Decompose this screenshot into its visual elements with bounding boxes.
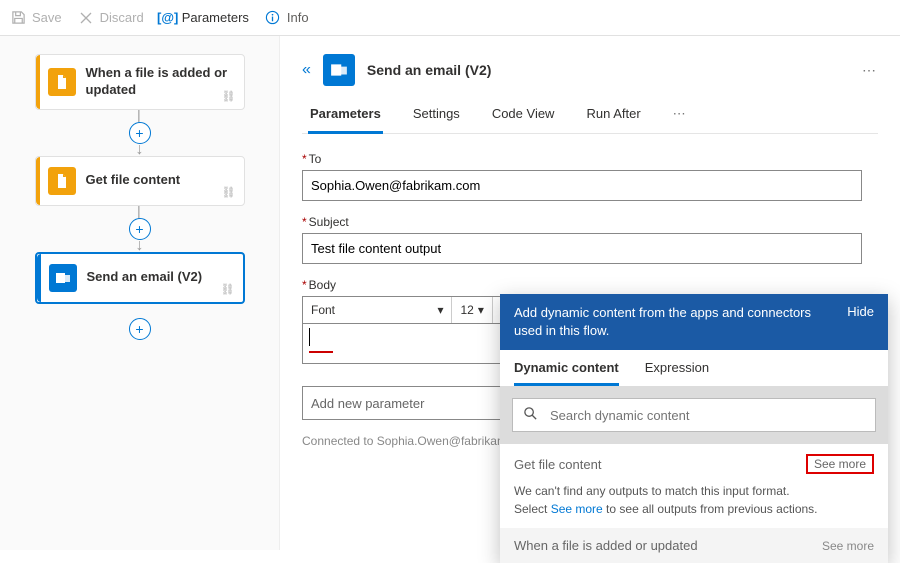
link-icon: ⛓ <box>222 186 236 199</box>
chevron-down-icon: ▾ <box>478 303 484 317</box>
designer-canvas[interactable]: When a file is added or updated ⛓ │+↓ Ge… <box>0 36 280 550</box>
tab-code-view[interactable]: Code View <box>490 100 557 133</box>
body-editor[interactable] <box>302 324 520 364</box>
tab-run-after[interactable]: Run After <box>584 100 642 133</box>
dynamic-content-popover: Add dynamic content from the apps and co… <box>500 294 888 563</box>
see-more-link[interactable]: See more <box>551 502 603 516</box>
subject-label: Subject <box>309 215 349 229</box>
collapse-icon[interactable]: » <box>302 61 311 79</box>
to-input[interactable] <box>302 170 862 201</box>
tab-dynamic-content[interactable]: Dynamic content <box>514 360 619 386</box>
save-button[interactable]: Save <box>10 10 62 26</box>
node-get-title: Get file content <box>86 172 181 189</box>
tab-settings[interactable]: Settings <box>411 100 462 133</box>
node-trigger-title: When a file is added or updated <box>86 65 232 99</box>
tab-expression[interactable]: Expression <box>645 360 709 386</box>
search-field[interactable] <box>548 407 865 424</box>
see-more-button[interactable]: See more <box>822 539 874 553</box>
node-get-content[interactable]: Get file content ⛓ <box>35 156 245 206</box>
add-step-button[interactable]: + <box>129 318 151 340</box>
popover-header-text: Add dynamic content from the apps and co… <box>514 304 837 340</box>
rich-toolbar: Font▾ 12▾ B <box>302 296 520 324</box>
body-label: Body <box>309 278 336 292</box>
subject-input[interactable] <box>302 233 862 264</box>
font-size-select[interactable]: 12▾ <box>452 297 492 323</box>
info-button[interactable]: Info <box>265 10 309 26</box>
to-label: To <box>309 152 322 166</box>
outlook-icon <box>49 264 77 292</box>
link-icon: ⛓ <box>222 90 236 103</box>
node-send-title: Send an email (V2) <box>87 269 203 286</box>
parameters-label: Parameters <box>182 10 249 25</box>
font-select[interactable]: Font▾ <box>303 297 452 323</box>
file-icon <box>48 167 76 195</box>
section-get-file-content: Get file content <box>514 457 601 472</box>
discard-button[interactable]: Discard <box>78 10 144 26</box>
discard-label: Discard <box>100 10 144 25</box>
tab-more-icon[interactable]: ⋯ <box>671 100 688 133</box>
section-trigger: When a file is added or updated <box>514 538 698 553</box>
panel-title: Send an email (V2) <box>367 62 491 78</box>
close-icon <box>78 10 94 26</box>
link-icon: ⛓ <box>221 283 235 296</box>
info-label: Info <box>287 10 309 25</box>
save-label: Save <box>32 10 62 25</box>
tab-parameters[interactable]: Parameters <box>308 100 383 134</box>
chevron-down-icon: ▾ <box>437 303 443 317</box>
node-send-email[interactable]: Send an email (V2) ⛓ <box>35 252 245 304</box>
search-icon <box>523 406 538 424</box>
node-trigger[interactable]: When a file is added or updated ⛓ <box>35 54 245 110</box>
parameters-button[interactable]: [@] Parameters <box>160 10 249 26</box>
hide-button[interactable]: Hide <box>847 304 874 319</box>
outlook-icon <box>323 54 355 86</box>
parameters-icon: [@] <box>160 10 176 26</box>
info-icon <box>265 10 281 26</box>
save-icon <box>10 10 26 26</box>
see-more-button[interactable]: See more <box>806 454 874 474</box>
more-icon[interactable]: ⋯ <box>862 62 878 79</box>
section-message: We can't find any outputs to match this … <box>514 482 874 518</box>
search-input[interactable] <box>512 398 876 432</box>
file-icon <box>48 68 76 96</box>
